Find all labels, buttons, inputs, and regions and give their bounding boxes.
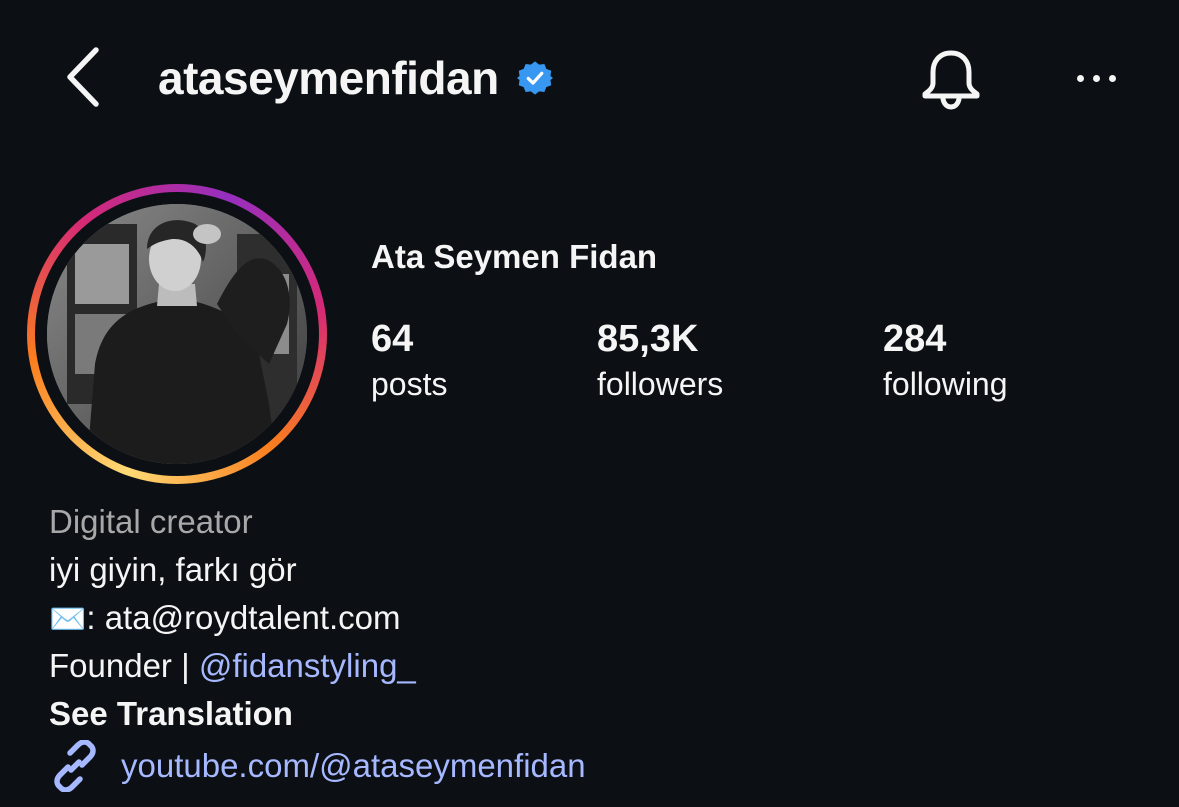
story-ring[interactable] — [27, 184, 327, 484]
avatar — [47, 204, 307, 464]
external-link-text[interactable]: youtube.com/@ataseymenfidan — [121, 742, 586, 790]
following-count: 284 — [883, 318, 947, 360]
notifications-button[interactable] — [916, 44, 986, 114]
posts-count: 64 — [371, 318, 414, 360]
more-horizontal-icon — [1076, 74, 1084, 82]
full-name: Ata Seymen Fidan — [371, 238, 658, 275]
bio-line: iyi giyin, farkı gör — [49, 551, 297, 588]
bio-founder-line: Founder | @fidanstyling_ — [49, 642, 586, 690]
bio-email-line: ✉️: ata@roydtalent.com — [49, 594, 586, 642]
see-translation-button[interactable]: See Translation — [49, 690, 586, 738]
founder-prefix: Founder | — [49, 647, 199, 684]
following-label: following — [883, 366, 1008, 402]
envelope-icon: ✉️ — [49, 603, 87, 636]
bell-icon — [922, 50, 980, 110]
username: ataseymenfidan — [158, 52, 499, 104]
category-label: Digital creator — [49, 503, 253, 540]
profile-page: ataseymenfidan Ata Seymen Fidan 64 posts… — [0, 0, 1179, 807]
back-button[interactable] — [58, 44, 106, 110]
followers-stat[interactable]: 85,3K followers — [597, 316, 723, 406]
followers-label: followers — [597, 366, 724, 402]
posts-stat[interactable]: 64 posts — [371, 316, 447, 406]
link-icon — [54, 740, 96, 792]
followers-count: 85,3K — [597, 318, 699, 360]
external-link[interactable]: youtube.com/@ataseymenfidan — [49, 740, 586, 792]
bio: Digital creator iyi giyin, farkı gör ✉️:… — [49, 498, 586, 792]
following-stat[interactable]: 284 following — [883, 316, 1008, 406]
header-title: ataseymenfidan — [158, 48, 553, 108]
bio-email: : ata@roydtalent.com — [86, 599, 401, 636]
chevron-left-icon — [67, 47, 99, 107]
more-options-button[interactable] — [1064, 56, 1128, 100]
posts-label: posts — [371, 366, 448, 402]
mention-link[interactable]: @fidanstyling_ — [199, 647, 416, 684]
profile-photo — [47, 204, 307, 464]
verified-badge-icon — [516, 61, 553, 95]
